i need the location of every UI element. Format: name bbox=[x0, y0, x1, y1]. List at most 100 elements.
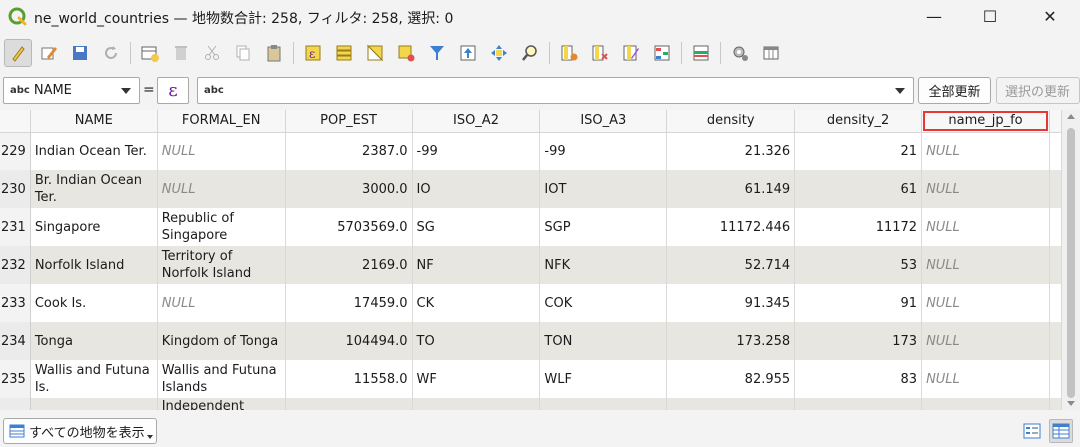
update-all-button[interactable]: 全部更新 bbox=[918, 77, 991, 104]
cell-density[interactable]: 91.345 bbox=[666, 284, 796, 322]
table-row[interactable]: Independent State bbox=[0, 398, 1062, 410]
filter-button[interactable] bbox=[423, 39, 451, 67]
cell-pop-est[interactable]: 3000.0 bbox=[285, 170, 413, 208]
row-number[interactable]: 234 bbox=[0, 322, 31, 360]
expression-builder-button[interactable]: ε bbox=[157, 77, 189, 104]
cell-name[interactable]: Indian Ocean Ter. bbox=[30, 132, 158, 170]
cell-name[interactable]: Singapore bbox=[30, 208, 158, 246]
cut-button[interactable] bbox=[198, 39, 226, 67]
cell-pop-est[interactable]: 11558.0 bbox=[285, 360, 413, 398]
add-feature-button[interactable] bbox=[136, 39, 164, 67]
cell-density[interactable]: 52.714 bbox=[666, 246, 796, 284]
table-row[interactable]: 229 Indian Ocean Ter. NULL 2387.0 -99 -99 21.3… bbox=[0, 132, 1062, 170]
table-row[interactable]: 231 Singapore Republic of Singapore 5703569… bbox=[0, 208, 1062, 246]
cell-formal-en[interactable]: Republic of Singapore bbox=[157, 208, 286, 246]
scroll-up-icon[interactable] bbox=[1067, 114, 1075, 119]
cell-name-jp-fo[interactable]: NULL bbox=[921, 284, 1050, 322]
toggle-editing-button[interactable] bbox=[4, 39, 32, 67]
chevron-down-icon[interactable] bbox=[895, 88, 905, 94]
maximize-button[interactable]: ☐ bbox=[962, 0, 1018, 32]
cell-iso-a3[interactable]: SGP bbox=[539, 208, 668, 246]
cell-name[interactable]: Cook Is. bbox=[30, 284, 158, 322]
row-number[interactable]: 235 bbox=[0, 360, 31, 398]
field-calculator-button[interactable] bbox=[617, 39, 645, 67]
table-row[interactable]: 232 Norfolk Island Territory of Norfolk Is… bbox=[0, 246, 1062, 284]
minimize-button[interactable]: — bbox=[906, 0, 962, 32]
cell-iso-a2[interactable] bbox=[412, 398, 541, 410]
column-header[interactable]: NAME bbox=[30, 110, 158, 133]
reload-button[interactable] bbox=[97, 39, 125, 67]
expression-input[interactable]: abc bbox=[197, 77, 914, 104]
cell-pop-est[interactable]: 2387.0 bbox=[285, 132, 413, 170]
cell-iso-a2[interactable]: TO bbox=[412, 322, 541, 360]
column-header[interactable]: POP_EST bbox=[285, 110, 413, 133]
cell-density[interactable]: 173.258 bbox=[666, 322, 796, 360]
cell-formal-en[interactable]: Territory of Norfolk Island bbox=[157, 246, 286, 284]
move-selection-top-button[interactable] bbox=[454, 39, 482, 67]
table-view-button[interactable] bbox=[1049, 419, 1073, 443]
cell-density[interactable]: 21.326 bbox=[666, 132, 796, 170]
cell-density[interactable]: 11172.446 bbox=[666, 208, 796, 246]
column-header[interactable]: density_2 bbox=[794, 110, 923, 133]
table-row[interactable]: 230 Br. Indian Ocean Ter. NULL 3000.0 IO IOT 6… bbox=[0, 170, 1062, 208]
field-selector[interactable]: abc NAME bbox=[3, 77, 140, 104]
cell-formal-en[interactable]: Kingdom of Tonga bbox=[157, 322, 286, 360]
dock-button[interactable] bbox=[687, 39, 715, 67]
row-number[interactable]: 231 bbox=[0, 208, 31, 246]
cell-name[interactable]: Wallis and Futuna Is. bbox=[30, 360, 158, 398]
cell-density-2[interactable]: 53 bbox=[794, 246, 923, 284]
paste-button[interactable] bbox=[260, 39, 288, 67]
vertical-scrollbar[interactable] bbox=[1062, 110, 1080, 410]
row-number[interactable]: 233 bbox=[0, 284, 31, 322]
cell-density[interactable]: 82.955 bbox=[666, 360, 796, 398]
multi-edit-button[interactable] bbox=[35, 39, 63, 67]
cell-iso-a3[interactable]: TON bbox=[539, 322, 668, 360]
cell-iso-a2[interactable]: WF bbox=[412, 360, 541, 398]
cell-name-jp-fo[interactable]: NULL bbox=[921, 170, 1050, 208]
cell-iso-a3[interactable]: NFK bbox=[539, 246, 668, 284]
cell-density-2[interactable]: 91 bbox=[794, 284, 923, 322]
cell-formal-en[interactable]: Independent State bbox=[157, 398, 286, 410]
cell-formal-en[interactable]: Wallis and Futuna Islands bbox=[157, 360, 286, 398]
cell-density[interactable]: 61.149 bbox=[666, 170, 796, 208]
scrollbar-thumb[interactable] bbox=[1067, 128, 1075, 398]
cell-iso-a3[interactable]: WLF bbox=[539, 360, 668, 398]
cell-name-jp-fo[interactable]: NULL bbox=[921, 208, 1050, 246]
new-field-button[interactable] bbox=[555, 39, 583, 67]
cell-name-jp-fo[interactable]: NULL bbox=[921, 360, 1050, 398]
cell-formal-en[interactable]: NULL bbox=[157, 284, 286, 322]
cell-pop-est[interactable]: 17459.0 bbox=[285, 284, 413, 322]
row-number[interactable]: 232 bbox=[0, 246, 31, 284]
expression-select-button[interactable]: ε bbox=[299, 39, 327, 67]
cell-name-jp-fo[interactable]: NULL bbox=[921, 132, 1050, 170]
cell-iso-a2[interactable]: SG bbox=[412, 208, 541, 246]
cell-name[interactable]: Tonga bbox=[30, 322, 158, 360]
column-header-highlighted[interactable]: name_jp_fo bbox=[921, 110, 1050, 133]
cell-iso-a3[interactable]: COK bbox=[539, 284, 668, 322]
cell-iso-a2[interactable]: IO bbox=[412, 170, 541, 208]
cell-pop-est[interactable]: 5703569.0 bbox=[285, 208, 413, 246]
scroll-down-icon[interactable] bbox=[1067, 401, 1075, 406]
row-number[interactable]: 229 bbox=[0, 132, 31, 170]
cell-density[interactable] bbox=[666, 398, 796, 410]
cell-density-2[interactable]: 83 bbox=[794, 360, 923, 398]
copy-button[interactable] bbox=[229, 39, 257, 67]
delete-field-button[interactable] bbox=[586, 39, 614, 67]
conditional-formatting-button[interactable] bbox=[648, 39, 676, 67]
cell-pop-est[interactable] bbox=[285, 398, 413, 410]
column-header[interactable]: FORMAL_EN bbox=[157, 110, 286, 133]
corner-header[interactable] bbox=[0, 110, 31, 133]
actions-button[interactable] bbox=[726, 39, 754, 67]
close-button[interactable]: ✕ bbox=[1022, 0, 1078, 32]
cell-pop-est[interactable]: 104494.0 bbox=[285, 322, 413, 360]
table-row[interactable]: 233 Cook Is. NULL 17459.0 CK COK 91.345 91 NULL bbox=[0, 284, 1062, 322]
cell-name[interactable] bbox=[30, 398, 158, 410]
cell-iso-a2[interactable]: NF bbox=[412, 246, 541, 284]
cell-density-2[interactable]: 173 bbox=[794, 322, 923, 360]
cell-density-2[interactable]: 11172 bbox=[794, 208, 923, 246]
column-header[interactable]: ISO_A3 bbox=[539, 110, 668, 133]
cell-pop-est[interactable]: 2169.0 bbox=[285, 246, 413, 284]
form-view-button[interactable] bbox=[1020, 419, 1044, 443]
cell-iso-a2[interactable]: CK bbox=[412, 284, 541, 322]
cell-formal-en[interactable]: NULL bbox=[157, 132, 286, 170]
